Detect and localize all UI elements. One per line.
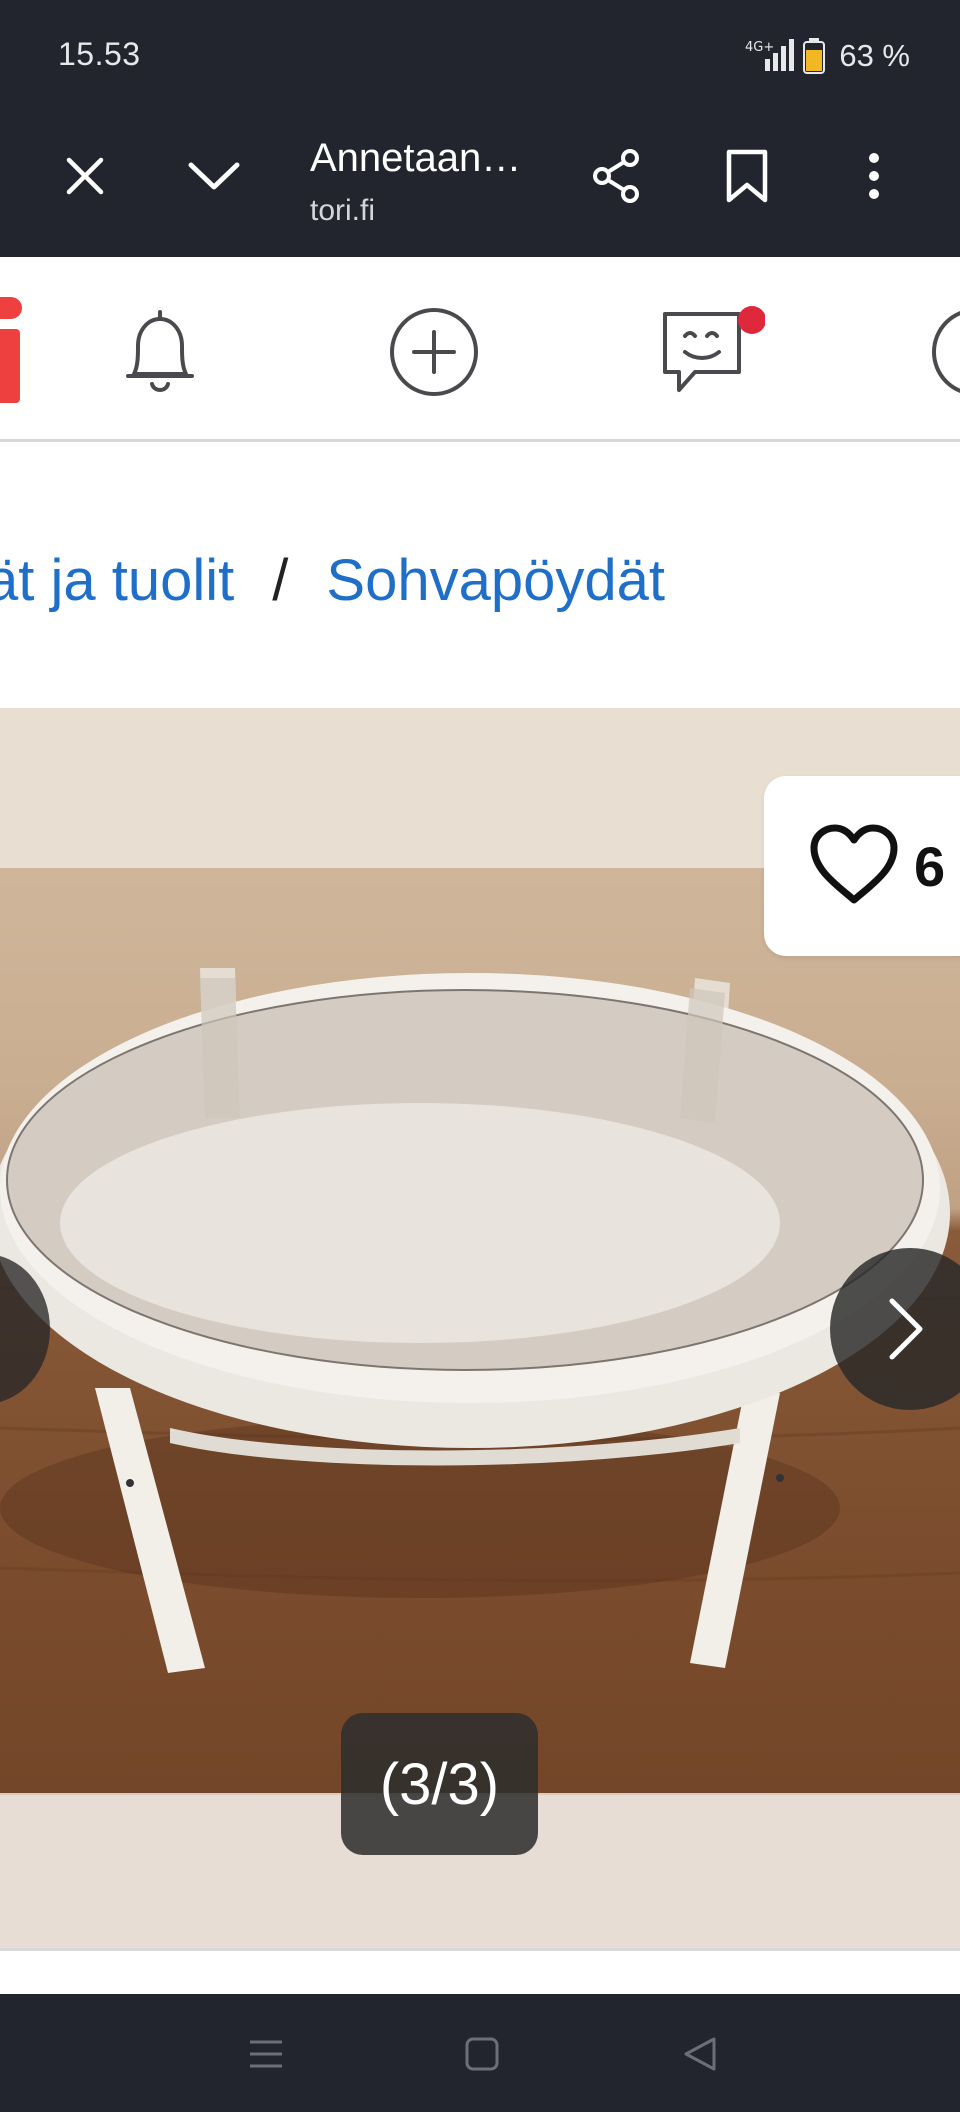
bell-icon[interactable] — [105, 297, 215, 407]
recents-icon[interactable] — [234, 2022, 298, 2086]
network-4g-icon: 4G+ — [745, 40, 774, 55]
back-icon[interactable] — [668, 2022, 732, 2086]
coffee-table-image — [0, 968, 960, 1673]
breadcrumb-item-coffee-tables[interactable]: Sohvapöydät — [326, 547, 665, 614]
favorite-count: 6 — [914, 835, 946, 898]
share-icon[interactable] — [586, 144, 650, 208]
tori-logo[interactable] — [0, 297, 22, 405]
page-title: Annetaan… — [310, 136, 522, 180]
heart-icon — [810, 824, 898, 904]
content-below-gallery — [0, 1948, 960, 1994]
browser-toolbar: Annetaan… tori.fi — [0, 112, 960, 257]
image-gallery[interactable]: 6 (3/3) — [0, 708, 960, 1948]
favorite-button[interactable]: 6 — [764, 776, 960, 956]
breadcrumb-item-tables-chairs[interactable]: ät ja tuolit — [0, 547, 234, 614]
breadcrumb-separator: / — [272, 547, 289, 613]
profile-icon[interactable] — [930, 297, 960, 407]
status-bar: 15.53 4G+ 63 % — [0, 0, 960, 112]
battery-icon — [803, 38, 826, 74]
status-icons: 4G+ 63 % — [739, 36, 910, 76]
image-counter: (3/3) — [341, 1713, 538, 1855]
notification-dot — [738, 306, 765, 334]
system-nav-bar — [0, 1994, 960, 2112]
close-icon[interactable] — [53, 144, 117, 208]
chevron-down-icon[interactable] — [182, 144, 246, 208]
more-vert-icon[interactable] — [842, 144, 906, 208]
site-header — [0, 257, 960, 442]
breadcrumb: ät ja tuolit / Sohvapöydät — [0, 540, 665, 620]
battery-percent: 63 % — [839, 38, 910, 73]
page-domain: tori.fi — [310, 194, 376, 227]
status-time: 15.53 — [58, 36, 141, 72]
add-circle-icon[interactable] — [379, 297, 489, 407]
home-icon[interactable] — [450, 2022, 514, 2086]
signal-icon: 4G+ — [745, 39, 795, 71]
messages-icon[interactable] — [655, 297, 765, 407]
bookmark-icon[interactable] — [715, 144, 779, 208]
